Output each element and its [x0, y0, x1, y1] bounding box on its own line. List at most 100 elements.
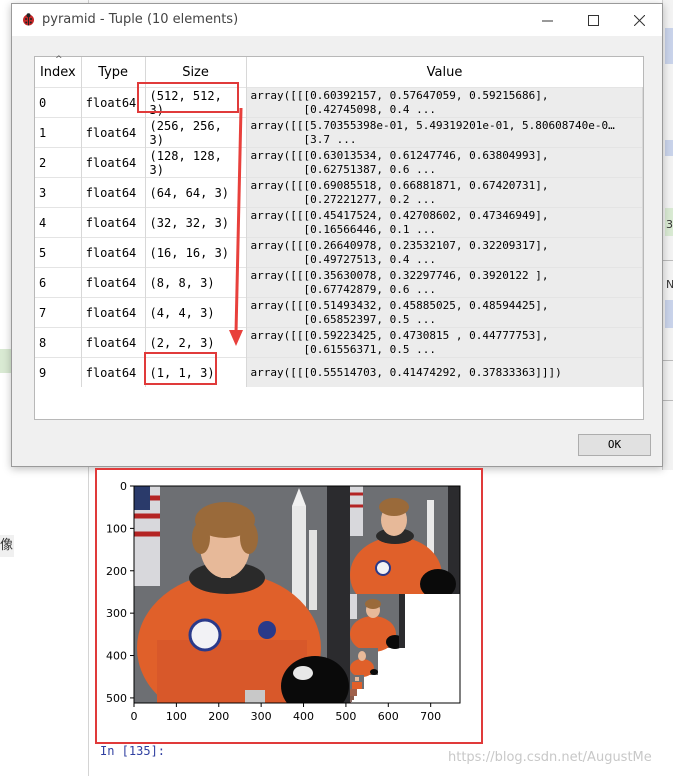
- x-tick-label: 0: [131, 710, 138, 723]
- minimize-button[interactable]: [524, 4, 570, 36]
- astronaut-image-level-7: [350, 700, 352, 702]
- table-row[interactable]: 9 float64 (1, 1, 3) array([[[0.55514703, 0.…: [35, 357, 644, 387]
- astronaut-image-level-0: [134, 486, 350, 703]
- y-tick-label: 300: [106, 607, 127, 620]
- x-tick-label: 100: [166, 710, 187, 723]
- row-index: 9: [35, 357, 82, 387]
- row-type: float64: [81, 297, 146, 328]
- row-value-line-1: array([[[5.70355398e-01, 5.49319201e-01,…: [250, 118, 615, 132]
- table-row[interactable]: 8 float64 (2, 2, 3) array([[[0.59223425, 0.…: [35, 327, 644, 358]
- maximize-icon: [587, 14, 599, 26]
- row-index: 2: [35, 147, 82, 178]
- row-value-line-2: [0.27221277, 0.2 ...: [250, 192, 436, 206]
- downward-arrow-icon: [229, 108, 243, 346]
- row-index: 8: [35, 327, 82, 358]
- background-text-fragment: 像: [0, 535, 14, 557]
- row-index: 4: [35, 207, 82, 238]
- row-value-line-1: array([[[0.60392157, 0.57647059, 0.59215…: [250, 88, 549, 102]
- tuple-table[interactable]: ^ Index Type Size Value 0 float64 (512, 51…: [34, 55, 644, 420]
- background-right-text-1: 33: [666, 218, 673, 231]
- table-row[interactable]: 7 float64 (4, 4, 3) array([[[0.51493432, 0.…: [35, 297, 644, 328]
- astronaut-image-level-2: [350, 594, 405, 652]
- background-right-pane: 33 N: [662, 0, 673, 470]
- astronaut-image-level-4: [350, 675, 364, 689]
- x-tick-label: 600: [378, 710, 399, 723]
- app-ladybug-icon: [23, 13, 34, 26]
- close-icon: [633, 14, 645, 26]
- row-value-line-1: array([[[0.26640978, 0.23532107, 0.32209…: [250, 238, 549, 252]
- row-value: array([[[5.70355398e-01, 5.49319201e-01,…: [246, 117, 644, 148]
- row-value-line-2: [0.16566446, 0.1 ...: [250, 222, 436, 236]
- column-header-type[interactable]: Type: [81, 57, 146, 88]
- row-index: 7: [35, 297, 82, 328]
- x-axis: 0 100 200 300 400 500 600 700: [131, 703, 441, 723]
- row-value: array([[[0.69085518, 0.66881871, 0.67420…: [246, 177, 644, 208]
- row-index: 0: [35, 87, 82, 118]
- row-index: 1: [35, 117, 82, 148]
- highlight-first-size: [137, 82, 239, 113]
- y-tick-label: 200: [106, 565, 127, 578]
- x-tick-label: 700: [420, 710, 441, 723]
- console-prompt[interactable]: In [135]:: [100, 744, 165, 758]
- row-value-line-1: array([[[0.63013534, 0.61247746, 0.63804…: [250, 148, 549, 162]
- minimize-icon: [541, 20, 553, 21]
- astronaut-image-level-6: [350, 696, 354, 700]
- row-value-line-2: [0.61556371, 0.5 ...: [250, 342, 436, 356]
- highlight-last-size: [144, 352, 217, 385]
- row-value-line-2: [0.65852397, 0.5 ...: [250, 312, 436, 326]
- row-value-line-2: [0.62751387, 0.6 ...: [250, 162, 436, 176]
- row-value-line-1: array([[[0.69085518, 0.66881871, 0.67420…: [250, 178, 549, 192]
- row-value-line-1: array([[[0.51493432, 0.45885025, 0.48594…: [250, 298, 549, 312]
- table-row[interactable]: 0 float64 (512, 512, 3) array([[[0.60392157…: [35, 87, 644, 118]
- row-type: float64: [81, 87, 146, 118]
- y-axis: 0 100 200 300 400 500: [106, 480, 134, 705]
- row-value: array([[[0.55514703, 0.41474292, 0.37833…: [246, 357, 644, 387]
- y-tick-label: 400: [106, 650, 127, 663]
- ok-button[interactable]: OK: [578, 434, 651, 456]
- row-type: float64: [81, 327, 146, 358]
- row-value-line-1: array([[[0.35630078, 0.32297746, 0.39201…: [250, 268, 549, 282]
- maximize-button[interactable]: [570, 4, 616, 36]
- row-type: float64: [81, 267, 146, 298]
- table-row[interactable]: 2 float64 (128, 128, 3) array([[[0.63013534…: [35, 147, 644, 178]
- table-row[interactable]: 1 float64 (256, 256, 3) array([[[5.70355398…: [35, 117, 644, 148]
- table-row[interactable]: 4 float64 (32, 32, 3) array([[[0.45417524, …: [35, 207, 644, 238]
- close-button[interactable]: [616, 4, 662, 36]
- y-tick-label: 100: [106, 522, 127, 535]
- row-index: 5: [35, 237, 82, 268]
- row-value: array([[[0.63013534, 0.61247746, 0.63804…: [246, 147, 644, 178]
- row-value: array([[[0.59223425, 0.4730815 , 0.44777…: [246, 327, 644, 358]
- astronaut-image-level-1: [350, 486, 460, 594]
- row-type: float64: [81, 117, 146, 148]
- row-value-line-2: [0.49727513, 0.4 ...: [250, 252, 436, 266]
- pyramid-plot-output: 0 100 200 300 400 500 600 700 0 100 200 300 400 500: [95, 468, 483, 744]
- dialog-titlebar[interactable]: pyramid - Tuple (10 elements): [12, 4, 662, 36]
- row-type: float64: [81, 207, 146, 238]
- row-type: float64: [81, 147, 146, 178]
- astronaut-image-level-5: [350, 689, 357, 696]
- background-right-text-2: N: [666, 278, 673, 291]
- row-value: array([[[0.35630078, 0.32297746, 0.39201…: [246, 267, 644, 298]
- row-value-line-2: [0.67742879, 0.6 ...: [250, 282, 436, 296]
- row-type: float64: [81, 357, 146, 387]
- row-value-line-1: array([[[0.45417524, 0.42708602, 0.47346…: [250, 208, 549, 222]
- column-header-value[interactable]: Value: [246, 57, 643, 88]
- row-type: float64: [81, 177, 146, 208]
- row-value-line-2: [0.42745098, 0.4 ...: [250, 102, 436, 116]
- watermark: https://blog.csdn.net/AugustMe: [448, 750, 652, 765]
- row-value-line-1: array([[[0.59223425, 0.4730815 , 0.44777…: [250, 328, 549, 342]
- table-header-row: ^ Index Type Size Value: [35, 55, 643, 88]
- table-row[interactable]: 3 float64 (64, 64, 3) array([[[0.69085518, …: [35, 177, 644, 208]
- astronaut-image-level-3: [350, 648, 378, 677]
- pyramid-image-plot: 0 100 200 300 400 500 600 700 0 100 200 300 400 500: [106, 480, 461, 723]
- table-row[interactable]: 5 float64 (16, 16, 3) array([[[0.26640978, …: [35, 237, 644, 268]
- x-tick-label: 200: [208, 710, 229, 723]
- row-value: array([[[0.26640978, 0.23532107, 0.32209…: [246, 237, 644, 268]
- column-header-index[interactable]: ^ Index: [35, 55, 82, 88]
- row-value: array([[[0.60392157, 0.57647059, 0.59215…: [246, 87, 644, 118]
- row-value-line-2: [3.7 ...: [250, 132, 357, 146]
- x-tick-label: 400: [293, 710, 314, 723]
- row-index: 3: [35, 177, 82, 208]
- table-row[interactable]: 6 float64 (8, 8, 3) array([[[0.35630078, 0.…: [35, 267, 644, 298]
- sort-indicator-icon: ^: [55, 55, 63, 65]
